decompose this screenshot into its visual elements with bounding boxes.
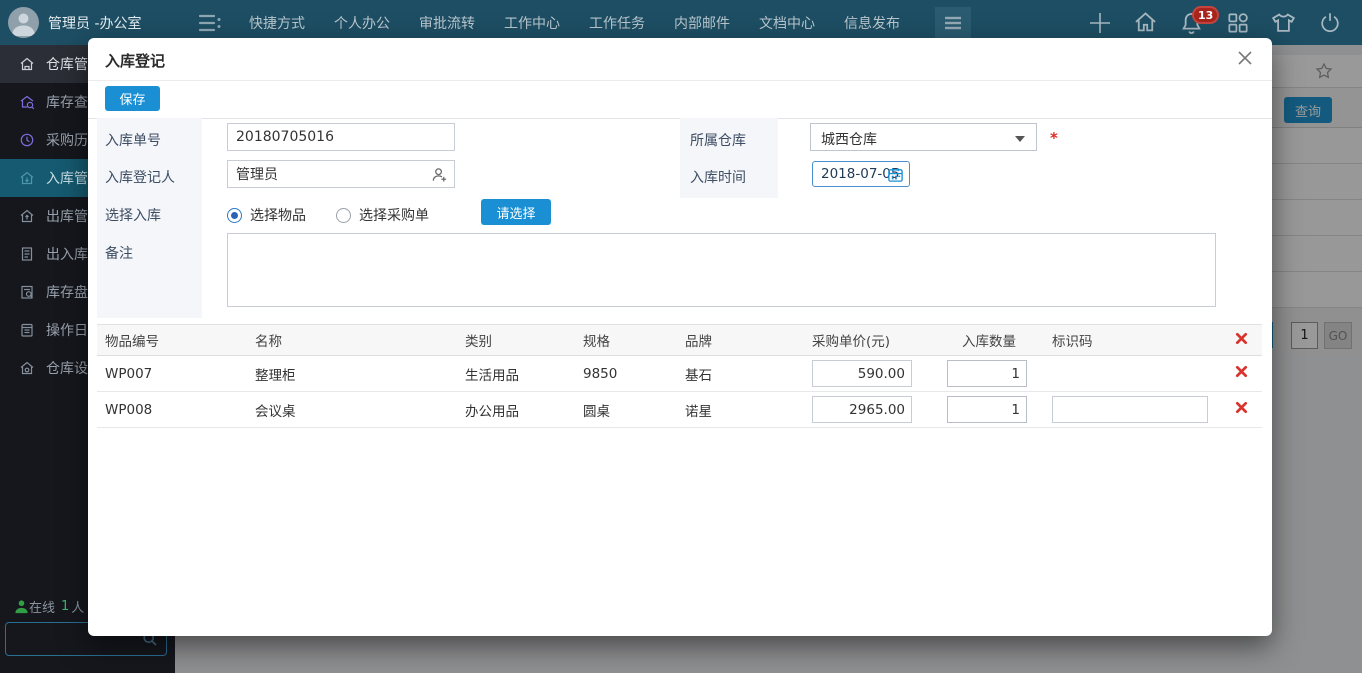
cell-code: WP008 [97, 392, 247, 428]
registrant-field [227, 160, 455, 188]
col-spec: 规格 [575, 325, 677, 356]
apps-grid-icon[interactable] [1224, 9, 1251, 36]
nav-info-publish[interactable]: 信息发布 [844, 13, 900, 33]
delete-row-icon[interactable] [1220, 356, 1262, 392]
online-status: 在线 1 人 [14, 597, 84, 616]
col-name: 名称 [247, 325, 457, 356]
nav-shortcuts[interactable]: 快捷方式 [249, 13, 305, 33]
table-row: WP008 会议桌 办公用品 圆桌 诺星 [97, 392, 1262, 428]
inbound-mode-radios: 选择物品 选择采购单 [227, 205, 451, 225]
nav-document-center[interactable]: 文档中心 [759, 13, 815, 33]
nav-work-center[interactable]: 工作中心 [504, 13, 560, 33]
choose-items-button[interactable]: 请选择 [481, 199, 551, 225]
cell-name: 整理柜 [247, 356, 457, 392]
online-count: 1 [61, 599, 69, 614]
registrant-input[interactable] [227, 160, 455, 188]
clipboard-search-icon [19, 284, 35, 300]
tag-code-input[interactable] [1052, 396, 1208, 423]
inbound-registration-dialog: 入库登记 保存 入库单号 入库登记人 选择入库 选择物品 选择采购单 请选择 备… [88, 38, 1272, 636]
online-person-icon [14, 599, 29, 614]
date-picker[interactable]: 2018-07-05 [812, 161, 910, 187]
clock-icon [19, 132, 35, 148]
cell-category: 办公用品 [457, 392, 575, 428]
radio-select-item[interactable] [227, 208, 242, 223]
document-icon [19, 246, 35, 262]
remark-label: 备注 [105, 243, 133, 263]
divider [88, 80, 1272, 81]
nav-approval-flow[interactable]: 审批流转 [419, 13, 475, 33]
cell-brand: 基石 [677, 356, 787, 392]
radio-select-purchase-order[interactable] [336, 208, 351, 223]
chevron-down-icon [1015, 136, 1025, 142]
dialog-title: 入库登记 [105, 50, 165, 71]
cell-code: WP007 [97, 356, 247, 392]
warehouse-select-value: 城西仓库 [821, 129, 877, 149]
add-icon[interactable] [1086, 9, 1113, 36]
cell-spec: 9850 [575, 356, 677, 392]
stock-search-icon [19, 94, 35, 110]
cell-name: 会议桌 [247, 392, 457, 428]
nav-personal-office[interactable]: 个人办公 [334, 13, 390, 33]
close-icon[interactable] [1234, 47, 1256, 69]
col-unit-price: 采购单价(元) [787, 325, 922, 356]
delete-all-icon[interactable] [1220, 325, 1262, 356]
save-button[interactable]: 保存 [105, 86, 160, 111]
date-label: 入库时间 [690, 167, 746, 187]
cell-category: 生活用品 [457, 356, 575, 392]
items-table: 物品编号 名称 类别 规格 品牌 采购单价(元) 入库数量 标识码 WP007 … [97, 324, 1262, 428]
user-avatar-icon[interactable] [8, 7, 39, 38]
logout-power-icon[interactable] [1316, 9, 1343, 36]
order-no-label: 入库单号 [105, 130, 161, 150]
qty-input[interactable] [947, 360, 1027, 387]
col-brand: 品牌 [677, 325, 787, 356]
home-icon[interactable] [1132, 9, 1159, 36]
nav-internal-mail[interactable]: 内部邮件 [674, 13, 730, 33]
radio-select-purchase-order-label[interactable]: 选择采购单 [359, 205, 429, 225]
table-header-row: 物品编号 名称 类别 规格 品牌 采购单价(元) 入库数量 标识码 [97, 325, 1262, 356]
price-input[interactable] [812, 396, 912, 423]
price-input[interactable] [812, 360, 912, 387]
theme-shirt-icon[interactable] [1270, 9, 1297, 36]
cell-spec: 圆桌 [575, 392, 677, 428]
required-asterisk: * [1050, 129, 1058, 147]
warehouse-icon [19, 56, 35, 72]
delete-row-icon[interactable] [1220, 392, 1262, 428]
col-qty: 入库数量 [922, 325, 1027, 356]
inbound-icon [19, 170, 35, 186]
calendar-icon [887, 166, 904, 187]
more-menu-button[interactable] [935, 7, 971, 39]
select-mode-label: 选择入库 [105, 205, 161, 225]
registrant-label: 入库登记人 [105, 167, 175, 187]
warehouse-select[interactable]: 城西仓库 [810, 123, 1037, 151]
col-category: 类别 [457, 325, 575, 356]
order-no-input[interactable] [227, 123, 455, 151]
notification-count-badge: 13 [1192, 6, 1219, 24]
remark-textarea[interactable] [227, 233, 1216, 307]
settings-icon [19, 360, 35, 376]
user-name: 管理员 -办公室 [48, 13, 142, 33]
col-tag-code: 标识码 [1027, 325, 1220, 356]
menu-collapse-icon[interactable] [197, 11, 223, 35]
log-icon [19, 322, 35, 338]
select-person-icon[interactable] [431, 166, 448, 187]
qty-input[interactable] [947, 396, 1027, 423]
radio-select-item-label[interactable]: 选择物品 [250, 205, 306, 225]
cell-brand: 诺星 [677, 392, 787, 428]
col-item-code: 物品编号 [97, 325, 247, 356]
table-row: WP007 整理柜 生活用品 9850 基石 [97, 356, 1262, 392]
warehouse-label: 所属仓库 [690, 130, 746, 150]
nav-work-tasks[interactable]: 工作任务 [589, 13, 645, 33]
outbound-icon [19, 208, 35, 224]
